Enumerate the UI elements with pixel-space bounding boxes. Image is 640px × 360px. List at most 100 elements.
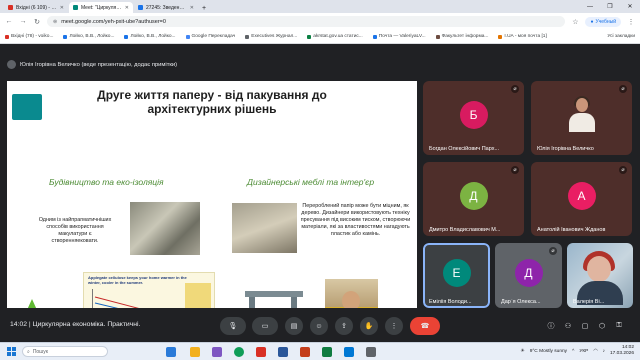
reactions-button[interactable]: ☺ xyxy=(310,317,328,335)
excel-icon[interactable] xyxy=(322,347,332,357)
people-button[interactable]: ⚇ xyxy=(563,321,573,331)
chat-button[interactable]: ▢ xyxy=(580,321,590,331)
leave-call-button[interactable]: ☎ xyxy=(410,317,440,335)
camera-button[interactable]: ▭ xyxy=(252,317,278,335)
bookmark-label: Вхідні (78) - voiko... xyxy=(11,34,54,39)
avatar: Д xyxy=(459,182,488,210)
bookmark[interactable]: Лойко, В.В., Лойко... xyxy=(124,34,176,39)
chart-curves xyxy=(94,296,139,308)
bookmark[interactable]: I.UA - моя почта [1] xyxy=(498,34,547,39)
more-options-button[interactable]: ⋮ xyxy=(385,317,403,335)
forward-icon[interactable]: → xyxy=(19,18,27,25)
system-tray: ☀ 9°C Mostly sunny ^ УКР ◠ ♪ 14:02 17.03… xyxy=(520,345,634,357)
mic-icon: 🎙 xyxy=(228,323,238,330)
profile-label: Учебный xyxy=(595,18,616,25)
participant-tile[interactable]: Е Еміліія Володи... xyxy=(423,243,490,308)
bookmark[interactable]: Executives Журнал... xyxy=(245,34,297,39)
clock[interactable]: 14:02 17.03.2026 xyxy=(610,345,634,357)
chrome-icon[interactable] xyxy=(234,347,244,357)
maximize-icon[interactable]: ❐ xyxy=(600,0,620,13)
mic-button[interactable]: 🎙 xyxy=(220,317,246,335)
menu-icon[interactable]: ⋮ xyxy=(627,18,635,26)
profile-avatar-icon: ● xyxy=(590,18,594,25)
designer-photo xyxy=(325,279,378,308)
raise-hand-button[interactable]: ✋ xyxy=(360,317,378,335)
start-button[interactable] xyxy=(7,347,16,356)
app-icon[interactable] xyxy=(212,347,222,357)
host-controls-button[interactable]: ⚿ xyxy=(614,321,624,331)
participant-tile[interactable]: Валерія Ві... xyxy=(567,243,633,308)
participant-tile[interactable]: А ⌀ Анатолій Іванович Жданов xyxy=(531,162,632,236)
bookmark[interactable]: Вхідні (78) - voiko... xyxy=(5,34,53,39)
participant-tile[interactable]: Д ⌀ Дмитро Владиславович М... xyxy=(423,162,524,236)
site-info-icon[interactable]: ⊜ xyxy=(53,19,57,25)
windows-logo-tile xyxy=(7,347,11,351)
bookmark[interactable]: Google Перекладач xyxy=(185,34,236,39)
applegate-mark-icon xyxy=(22,299,42,308)
windows-logo-tile xyxy=(12,352,16,356)
activities-button[interactable]: ⬡ xyxy=(597,321,607,331)
taskbar-search[interactable]: ⌕ Пошук xyxy=(22,346,108,357)
bench-leg xyxy=(249,297,255,308)
present-button[interactable]: ⇪ xyxy=(335,317,353,335)
participant-name: Валерія Ві... xyxy=(573,299,605,305)
minimize-icon[interactable]: — xyxy=(580,0,600,13)
edge-icon[interactable] xyxy=(344,347,354,357)
meet-controls: 14:02 | Циркулярна економіка. Практичні.… xyxy=(0,312,640,342)
close-icon[interactable]: ✕ xyxy=(125,5,129,11)
back-icon[interactable]: ← xyxy=(5,18,13,25)
profile-button[interactable]: ● Учебный xyxy=(585,16,621,27)
bookmark-favicon xyxy=(185,34,190,39)
close-icon[interactable]: ✕ xyxy=(60,5,64,11)
info-button[interactable]: ⓘ xyxy=(546,321,556,331)
participant-name: Анатолій Іванович Жданов xyxy=(537,227,606,233)
bookmark[interactable]: Лойко, В.В., Лойко... xyxy=(63,34,114,39)
bookmark-favicon xyxy=(124,34,129,39)
volume-icon[interactable]: ♪ xyxy=(603,349,605,354)
close-window-icon[interactable]: ✕ xyxy=(620,0,640,13)
bookmark[interactable]: Почта — ValeriyaLV... xyxy=(372,34,426,39)
star-icon[interactable]: ☆ xyxy=(571,18,579,26)
insulation-photo xyxy=(130,202,200,255)
language-indicator[interactable]: УКР xyxy=(579,349,588,354)
chart-caption: Applegate cellulose keeps your home warm… xyxy=(88,275,187,285)
participant-tile[interactable]: ⌀ Юлія Ігорівна Величко xyxy=(531,81,632,155)
bookmark[interactable]: akrstat.gov.ua статис... xyxy=(307,34,363,39)
address-bar[interactable]: ⊜ meet.google.com/yeh-pxit-ube?authuser=… xyxy=(47,16,566,27)
camera-icon: ▭ xyxy=(261,323,269,330)
presenter-bar: Юлія Ігорівна Величко (веде презентацію,… xyxy=(7,58,410,71)
browser-tab[interactable]: 27245: Зведення до практичн... ✕ xyxy=(134,2,198,13)
bookmark-favicon xyxy=(498,34,503,39)
bookmark-favicon xyxy=(245,34,250,39)
participant-name: Еміліія Володи... xyxy=(429,299,472,305)
present-icon: ⇪ xyxy=(341,323,347,330)
wifi-icon[interactable]: ◠ xyxy=(593,349,597,354)
avatar xyxy=(7,60,16,69)
weather-text[interactable]: 9°C Mostly sunny xyxy=(530,349,567,354)
close-icon[interactable]: ✕ xyxy=(190,5,194,11)
participant-tile[interactable]: Б ⌀ Богдан Олексійович Парх... xyxy=(423,81,524,155)
bookmark-label: Почта — ValeriyaLV... xyxy=(378,34,426,39)
reload-icon[interactable]: ↻ xyxy=(33,18,41,26)
participant-name: Юлія Ігорівна Величко xyxy=(537,146,594,152)
all-bookmarks-button[interactable]: Усі закладки xyxy=(607,34,635,39)
task-view-icon[interactable] xyxy=(166,347,176,357)
app-icon[interactable] xyxy=(256,347,266,357)
weather-icon[interactable]: ☀ xyxy=(520,349,524,354)
chart-side-panel xyxy=(185,283,211,308)
word-icon[interactable] xyxy=(278,347,288,357)
browser-tab-active[interactable]: Meet: "Циркулярна економіка" ✕ xyxy=(69,2,133,13)
tray-overflow-icon[interactable]: ^ xyxy=(572,349,574,354)
participant-tile[interactable]: Д ⌀ Дар`я Олекса... xyxy=(495,243,562,308)
mic-off-icon: ⌀ xyxy=(549,247,557,255)
bookmark[interactable]: Факультет інформа... xyxy=(435,34,488,39)
lock-icon: ⚿ xyxy=(616,322,622,329)
bookmark-label: Google Перекладач xyxy=(191,34,236,39)
captions-button[interactable]: ▤ xyxy=(285,317,303,335)
app-icon[interactable] xyxy=(366,347,376,357)
more-icon: ⋮ xyxy=(390,323,398,330)
browser-tab[interactable]: Вхідні (6 109) - voiko@kubg.edu.ua ✕ xyxy=(4,2,68,13)
powerpoint-icon[interactable] xyxy=(300,347,310,357)
new-tab-button[interactable]: + xyxy=(199,3,209,13)
file-explorer-icon[interactable] xyxy=(190,347,200,357)
